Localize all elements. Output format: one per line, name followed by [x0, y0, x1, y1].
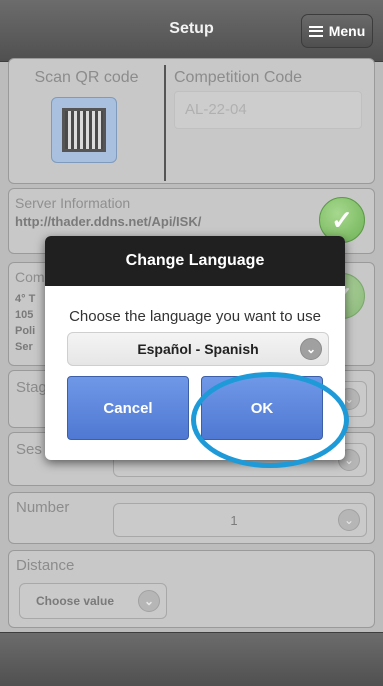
competitor-line: Poli [15, 325, 36, 337]
chevron-down-icon: ⌄ [300, 338, 322, 360]
footer-bar [0, 632, 383, 686]
number-value: 1 [230, 513, 238, 528]
dialog-prompt: Choose the language you want to use [69, 308, 321, 325]
scan-qr-button[interactable] [51, 97, 117, 163]
chevron-down-icon: ⌄ [338, 509, 360, 531]
distance-row: Distance Choose value ⌄ [8, 550, 375, 628]
distance-value: Choose value [36, 594, 115, 608]
menu-button[interactable]: Menu [301, 14, 373, 48]
number-label: Number [16, 499, 70, 516]
distance-select[interactable]: Choose value ⌄ [19, 583, 167, 619]
competition-code-label: Competition Code [174, 69, 303, 86]
competitor-line: 105 [15, 309, 34, 321]
distance-label: Distance [16, 557, 75, 574]
session-label: Ses [16, 441, 42, 458]
qr-label: Scan QR code [34, 69, 139, 86]
qr-code-icon [62, 108, 106, 152]
language-select[interactable]: Español - Spanish ⌄ [67, 332, 329, 366]
stage-label: Stag [16, 379, 47, 396]
dialog-title: Change Language [45, 236, 345, 286]
card-divider [164, 65, 166, 181]
qr-competition-card: Scan QR code Competition Code AL-22-04 [8, 58, 375, 184]
header-bar: Setup Menu [0, 0, 383, 62]
hamburger-icon [308, 25, 323, 37]
language-select-value: Español - Spanish [137, 341, 259, 357]
ok-highlight-ring [191, 372, 349, 468]
chevron-down-icon: ⌄ [138, 590, 160, 612]
cancel-button-label: Cancel [103, 399, 153, 417]
cancel-button[interactable]: Cancel [67, 376, 189, 440]
server-info-label: Server Information [15, 195, 131, 211]
competitor-line: 4° T [15, 293, 36, 305]
competition-code-input[interactable]: AL-22-04 [174, 91, 362, 129]
competitor-line: Ser [15, 341, 33, 353]
number-select[interactable]: 1 ⌄ [113, 503, 367, 537]
number-row: Number 1 ⌄ [8, 492, 375, 544]
server-url: http://thader.ddns.net/Api/ISK/ [15, 214, 202, 229]
competitor-label: Com [15, 269, 45, 285]
menu-button-label: Menu [328, 23, 366, 39]
